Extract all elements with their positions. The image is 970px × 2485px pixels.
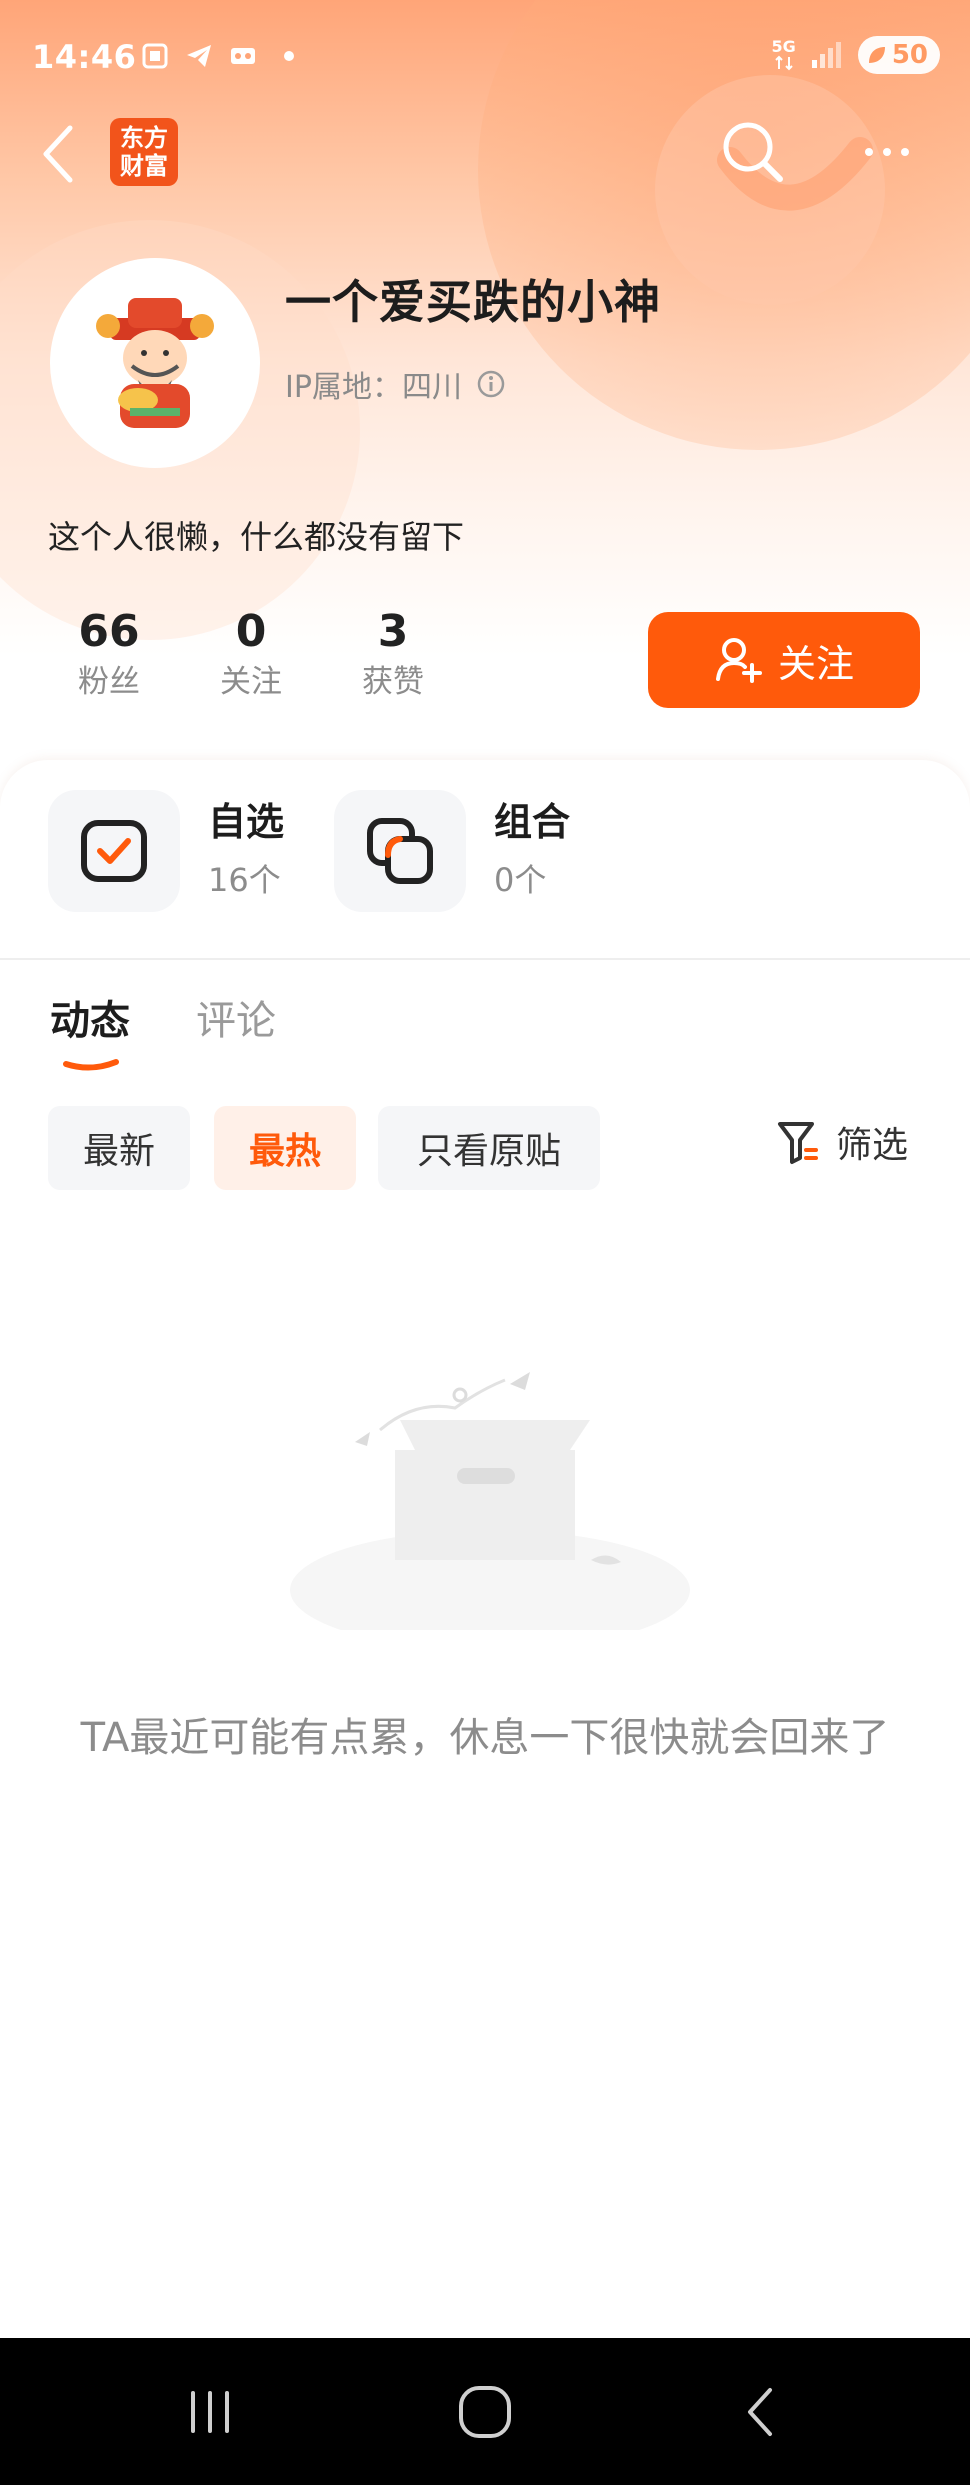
watchlist-check-icon (81, 820, 147, 882)
more-dot (883, 148, 891, 156)
network-type: 5G (771, 37, 796, 56)
stat-label: 获赞 (362, 664, 424, 700)
divider (0, 958, 970, 960)
follow-button[interactable]: 关注 (648, 612, 920, 708)
logo-text-bottom: 财富 (120, 152, 168, 180)
status-time: 14:46 (32, 38, 137, 76)
network-indicator: 5G (772, 39, 796, 71)
portfolio-entry[interactable]: 组合 0个 (334, 790, 570, 912)
username: 一个爱买跌的小神 (285, 275, 661, 329)
add-user-icon (715, 638, 762, 683)
watchlist-title: 自选 (208, 800, 285, 844)
more-dot (901, 148, 909, 156)
recent-apps-button[interactable] (170, 2338, 250, 2485)
battery-level: 50 (891, 40, 928, 70)
telegram-icon (184, 42, 214, 70)
portfolio-layers-icon (367, 818, 433, 884)
more-button[interactable] (852, 130, 922, 174)
system-back-button[interactable] (720, 2338, 800, 2485)
system-navigation-bar (0, 2338, 970, 2485)
search-icon (723, 122, 783, 182)
filter-hot[interactable]: 最热 (214, 1106, 356, 1190)
stats-row: 66 粉丝 0 关注 3 获赞 (38, 604, 464, 704)
app-logo: 东方 财富 (110, 118, 178, 186)
stat-value: 0 (235, 606, 267, 657)
stat-following[interactable]: 0 关注 (180, 604, 322, 704)
voicemail-icon (228, 42, 258, 70)
funnel-icon (778, 1122, 818, 1164)
stat-likes[interactable]: 3 获赞 (322, 604, 464, 704)
avatar[interactable] (50, 258, 260, 468)
more-dot (865, 148, 873, 156)
recent-apps-icon (191, 2390, 229, 2433)
watchlist-icon-box (48, 790, 180, 912)
empty-box-illustration (290, 1372, 690, 1630)
watchlist-count: 16个 (208, 861, 281, 899)
follow-button-label: 关注 (777, 641, 854, 686)
leaf-icon (868, 47, 885, 63)
info-icon[interactable] (476, 369, 506, 399)
watchlist-entry[interactable]: 自选 16个 (48, 790, 284, 912)
filter-label: 筛选 (836, 1125, 909, 1166)
bio: 这个人很懒，什么都没有留下 (48, 518, 465, 556)
ip-location-text: IP属地：四川 (285, 370, 462, 405)
chevron-left-icon (43, 125, 73, 183)
stat-label: 关注 (220, 664, 282, 700)
back-arrow-icon (748, 2387, 772, 2436)
screenshot-icon (140, 42, 170, 70)
back-button[interactable] (40, 118, 96, 190)
ip-location: IP属地：四川 (285, 362, 506, 406)
filter-original-only[interactable]: 只看原贴 (378, 1106, 600, 1190)
battery-indicator: 50 (857, 36, 940, 74)
signal-icon (811, 42, 841, 68)
stat-value: 66 (78, 606, 140, 657)
stat-followers[interactable]: 66 粉丝 (38, 604, 180, 704)
notification-dot-icon (282, 42, 296, 70)
tab-posts[interactable]: 动态 (50, 988, 130, 1046)
portfolio-count: 0个 (494, 861, 547, 899)
search-button[interactable] (716, 115, 788, 187)
status-bar: 14:46 5G 50 (0, 0, 970, 118)
home-button[interactable] (440, 2338, 530, 2485)
filter-button[interactable]: 筛选 (776, 1116, 908, 1168)
tab-comments[interactable]: 评论 (196, 988, 276, 1046)
home-icon (459, 2385, 511, 2438)
portfolio-title: 组合 (494, 800, 571, 844)
empty-message: TA最近可能有点累，休息一下很快就会回来了 (80, 1715, 890, 1761)
tab-active-indicator (63, 1059, 119, 1071)
logo-text-top: 东方 (120, 124, 168, 152)
fortune-god-avatar-icon (96, 298, 214, 428)
portfolio-icon-box (334, 790, 466, 912)
stat-value: 3 (377, 606, 409, 657)
filter-latest[interactable]: 最新 (48, 1106, 190, 1190)
stat-label: 粉丝 (78, 664, 140, 700)
